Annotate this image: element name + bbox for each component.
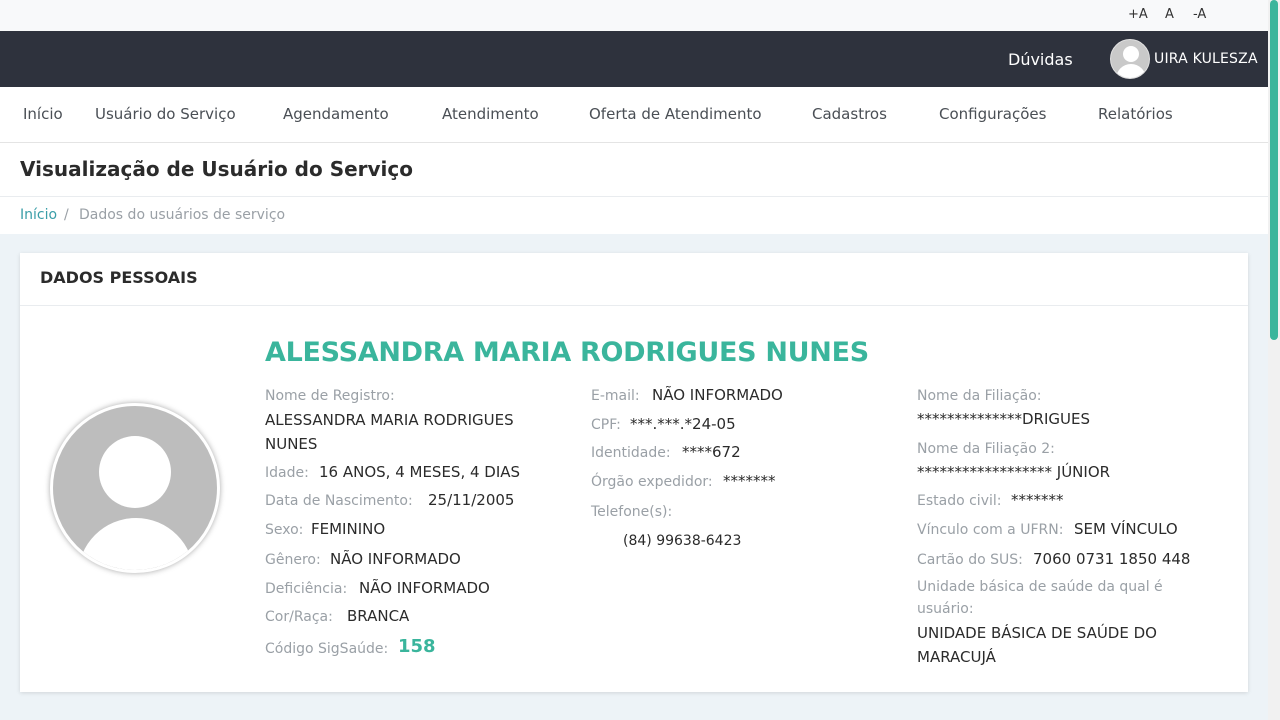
filiacao-value: **************DRIGUES (917, 410, 1090, 428)
avatar-body-shape (1116, 64, 1146, 78)
photo-body-shape (78, 518, 194, 570)
nav-inicio[interactable]: Início (23, 105, 63, 123)
nav-agendamento[interactable]: Agendamento (283, 105, 389, 123)
nav-usuario-servico[interactable]: Usuário do Serviço (95, 105, 236, 123)
breadcrumb-current: Dados do usuários de serviço (79, 207, 286, 223)
email-value: NÃO INFORMADO (652, 386, 783, 404)
nav-atendimento[interactable]: Atendimento (442, 105, 539, 123)
person-name: ALESSANDRA MARIA RODRIGUES NUNES (265, 337, 869, 368)
registro-value-line1: ALESSANDRA MARIA RODRIGUES (265, 411, 514, 429)
vinculo-label: Vínculo com a UFRN: (917, 522, 1064, 538)
orgao-value: ******* (723, 472, 776, 490)
ubs-label-line2: usuário: (917, 601, 974, 617)
orgao-label: Órgão expedidor: (591, 474, 713, 490)
nascimento-label: Data de Nascimento: (265, 493, 413, 509)
avatar-head-shape (1123, 46, 1139, 62)
idade-value: 16 ANOS, 4 MESES, 4 DIAS (319, 463, 521, 481)
scrollbar-thumb[interactable] (1270, 0, 1278, 340)
page-title-bar: Visualização de Usuário do Serviço (0, 143, 1268, 197)
font-decrease-button[interactable]: -A (1193, 7, 1206, 22)
cpf-value: ***.***.*24-05 (630, 415, 736, 433)
app-header: Dúvidas UIRA KULESZA (0, 31, 1268, 87)
breadcrumb-home-link[interactable]: Início (20, 207, 57, 223)
ubs-label-line1: Unidade básica de saúde da qual é (917, 579, 1163, 595)
nav-relatorios[interactable]: Relatórios (1098, 105, 1173, 123)
sus-value: 7060 0731 1850 448 (1033, 550, 1191, 568)
card-header: DADOS PESSOAIS (20, 253, 1248, 306)
cor-value: BRANCA (347, 607, 410, 625)
genero-value: NÃO INFORMADO (330, 550, 461, 568)
font-increase-button[interactable]: +A (1128, 7, 1148, 22)
deficiencia-value: NÃO INFORMADO (359, 579, 490, 597)
cpf-label: CPF: (591, 417, 621, 433)
idade-label: Idade: (265, 465, 309, 481)
estado-civil-value: ******* (1011, 491, 1064, 509)
nascimento-value: 25/11/2005 (428, 491, 515, 509)
photo-head-shape (99, 436, 171, 508)
estado-civil-label: Estado civil: (917, 493, 1002, 509)
filiacao2-label: Nome da Filiação 2: (917, 441, 1055, 457)
identidade-value: ****672 (682, 443, 741, 461)
nav-oferta-atendimento[interactable]: Oferta de Atendimento (589, 105, 762, 123)
telefone-value: (84) 99638-6423 (623, 533, 742, 549)
filiacao2-value: ****************** JÚNIOR (917, 463, 1111, 481)
email-label: E-mail: (591, 388, 640, 404)
sigsaude-value: 158 (398, 636, 436, 657)
card-title: DADOS PESSOAIS (40, 268, 198, 287)
deficiencia-label: Deficiência: (265, 581, 348, 597)
main-nav: Início Usuário do Serviço Agendamento At… (0, 87, 1268, 143)
personal-data-card: DADOS PESSOAIS ALESSANDRA MARIA RODRIGUE… (20, 253, 1248, 692)
telefone-label: Telefone(s): (591, 504, 673, 520)
sexo-value: FEMININO (311, 520, 386, 538)
vinculo-value: SEM VÍNCULO (1074, 520, 1178, 538)
ubs-value-line1: UNIDADE BÁSICA DE SAÚDE DO (917, 624, 1157, 642)
sus-label: Cartão do SUS: (917, 552, 1023, 568)
sigsaude-label: Código SigSaúde: (265, 641, 389, 657)
page-title: Visualização de Usuário do Serviço (20, 157, 414, 181)
filiacao-label: Nome da Filiação: (917, 388, 1042, 404)
profile-photo-placeholder (50, 403, 220, 573)
user-name[interactable]: UIRA KULESZA (1154, 51, 1258, 67)
genero-label: Gênero: (265, 552, 321, 568)
font-normal-button[interactable]: A (1165, 7, 1174, 22)
registro-value-line2: NUNES (265, 435, 318, 453)
identidade-label: Identidade: (591, 445, 671, 461)
help-link[interactable]: Dúvidas (1008, 50, 1073, 69)
cor-label: Cor/Raça: (265, 609, 333, 625)
nav-cadastros[interactable]: Cadastros (812, 105, 887, 123)
breadcrumb: Início / Dados do usuários de serviço (0, 197, 1268, 234)
sexo-label: Sexo: (265, 522, 304, 538)
top-utility-bar: +A A -A (0, 0, 1268, 31)
registro-label: Nome de Registro: (265, 388, 395, 404)
nav-configuracoes[interactable]: Configurações (939, 105, 1046, 123)
user-avatar[interactable] (1110, 39, 1150, 79)
breadcrumb-separator: / (64, 207, 69, 223)
page-scrollbar[interactable] (1268, 0, 1280, 720)
ubs-value-line2: MARACUJÁ (917, 648, 996, 666)
